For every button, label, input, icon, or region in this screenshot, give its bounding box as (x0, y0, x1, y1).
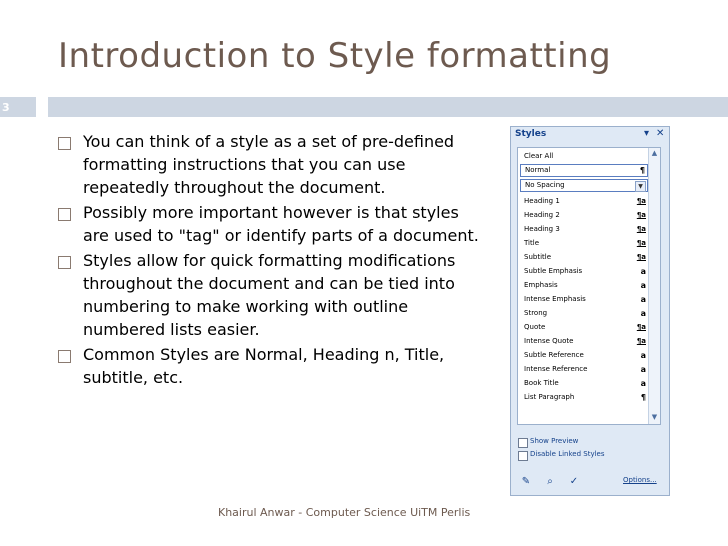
bullet-square-icon (58, 350, 71, 363)
style-item-subtle-reference[interactable]: Subtle Reference a (520, 349, 648, 362)
linked-style-icon: ¶a (636, 197, 646, 205)
close-icon[interactable]: ✕ (656, 128, 664, 139)
slide-number: 3 (2, 101, 10, 114)
styles-list[interactable]: Clear All Normal ¶ No Spacing ▼ Heading … (517, 147, 661, 425)
pane-menu-dropdown-icon[interactable]: ▾ (644, 128, 649, 139)
style-item-no-spacing[interactable]: No Spacing ▼ (520, 179, 648, 192)
bullet-square-icon (58, 137, 71, 150)
character-style-icon: a (640, 365, 646, 374)
style-item-emphasis[interactable]: Emphasis a (520, 279, 648, 292)
paragraph-style-icon: ¶ (639, 166, 645, 175)
bullet-text: Common Styles are Normal, Heading n, Tit… (83, 345, 445, 387)
bullet-text: You can think of a style as a set of pre… (83, 132, 455, 197)
character-style-icon: a (640, 281, 646, 290)
styles-pane-title: Styles (515, 129, 547, 139)
slide-footer: Khairul Anwar - Computer Science UiTM Pe… (218, 506, 471, 519)
style-item-intense-emphasis[interactable]: Intense Emphasis a (520, 293, 648, 306)
style-item-quote[interactable]: Quote ¶a (520, 321, 648, 334)
style-item-intense-reference[interactable]: Intense Reference a (520, 363, 648, 376)
chevron-down-icon[interactable]: ▼ (635, 181, 646, 192)
show-preview-label: Show Preview (530, 437, 579, 445)
style-item-subtle-emphasis[interactable]: Subtle Emphasis a (520, 265, 648, 278)
bullet-square-icon (58, 208, 71, 221)
linked-style-icon: ¶a (636, 211, 646, 219)
bullet-item: You can think of a style as a set of pre… (58, 130, 488, 199)
style-item-normal[interactable]: Normal ¶ (520, 164, 648, 177)
paragraph-style-icon: ¶ (640, 393, 646, 402)
linked-style-icon: ¶a (636, 337, 646, 345)
style-item-intense-quote[interactable]: Intense Quote ¶a (520, 335, 648, 348)
bullet-item: Possibly more important however is that … (58, 201, 488, 247)
style-item-heading-3[interactable]: Heading 3 ¶a (520, 223, 648, 236)
styles-pane-header: Styles ▾ ✕ (511, 127, 669, 143)
disable-linked-styles-checkbox[interactable] (518, 451, 528, 461)
bullet-text: Possibly more important however is that … (83, 203, 479, 245)
style-item-heading-2[interactable]: Heading 2 ¶a (520, 209, 648, 222)
bullet-text: Styles allow for quick formatting modifi… (83, 251, 456, 339)
scroll-up-icon[interactable]: ▲ (650, 149, 659, 158)
disable-linked-styles-label: Disable Linked Styles (530, 450, 605, 458)
bullet-square-icon (58, 256, 71, 269)
styles-list-scrollbar[interactable]: ▲ ▼ (648, 148, 660, 424)
style-item-list-paragraph[interactable]: List Paragraph ¶ (520, 391, 648, 404)
options-link[interactable]: Options... (623, 476, 657, 484)
bullet-item: Common Styles are Normal, Heading n, Tit… (58, 343, 488, 389)
linked-style-icon: ¶a (636, 323, 646, 331)
title-underline-bar (48, 97, 728, 117)
character-style-icon: a (640, 379, 646, 388)
style-inspector-icon[interactable]: ⌕ (542, 474, 558, 490)
style-item-heading-1[interactable]: Heading 1 ¶a (520, 195, 648, 208)
bullet-list: You can think of a style as a set of pre… (58, 130, 488, 391)
bullet-item: Styles allow for quick formatting modifi… (58, 249, 488, 341)
character-style-icon: a (640, 351, 646, 360)
new-style-icon[interactable]: ✎ (518, 474, 534, 490)
style-item-title[interactable]: Title ¶a (520, 237, 648, 250)
style-item-book-title[interactable]: Book Title a (520, 377, 648, 390)
slide-title: Introduction to Style formatting (58, 36, 612, 76)
style-item-clear-all[interactable]: Clear All (520, 150, 648, 163)
character-style-icon: a (640, 267, 646, 276)
manage-styles-icon[interactable]: ✓ (566, 474, 582, 490)
linked-style-icon: ¶a (636, 239, 646, 247)
linked-style-icon: ¶a (636, 253, 646, 261)
styles-pane: Styles ▾ ✕ Clear All Normal ¶ No Spacing… (510, 126, 670, 496)
linked-style-icon: ¶a (636, 225, 646, 233)
style-item-strong[interactable]: Strong a (520, 307, 648, 320)
scroll-down-icon[interactable]: ▼ (650, 413, 659, 422)
character-style-icon: a (640, 309, 646, 318)
show-preview-checkbox[interactable] (518, 438, 528, 448)
style-item-subtitle[interactable]: Subtitle ¶a (520, 251, 648, 264)
character-style-icon: a (640, 295, 646, 304)
